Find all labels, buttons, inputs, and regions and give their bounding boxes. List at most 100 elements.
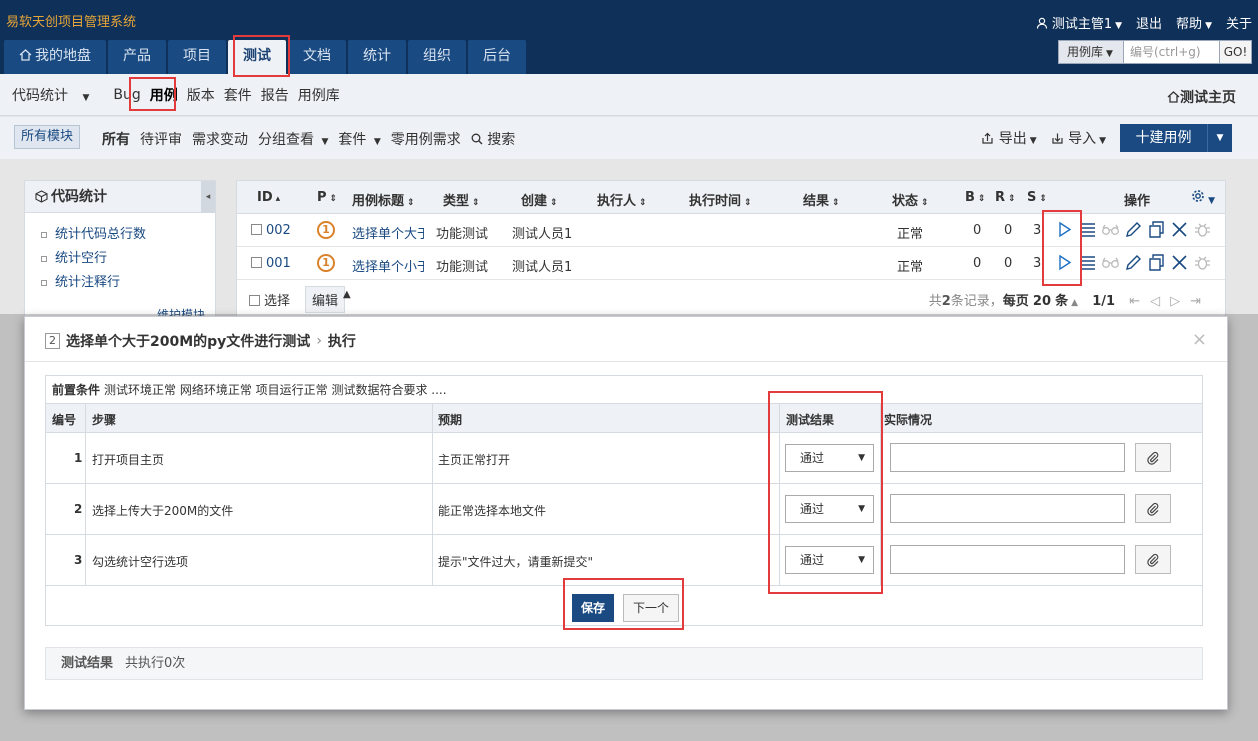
per-page-select[interactable]: 20: [1033, 294, 1051, 309]
sidebar-item-total-lines[interactable]: 统计代码总行数: [41, 223, 215, 247]
edit-icon[interactable]: [1124, 253, 1143, 272]
about-link[interactable]: 关于: [1226, 13, 1252, 32]
actual-result-textarea[interactable]: [890, 494, 1125, 523]
row-id[interactable]: 001: [251, 256, 291, 271]
review-icon[interactable]: [1101, 253, 1120, 272]
result-select[interactable]: 通过 ▼: [785, 546, 874, 574]
import-button[interactable]: 导入 ▼: [1051, 128, 1106, 148]
tab-test[interactable]: 测试: [228, 40, 286, 74]
col-result[interactable]: 结果 ⇕: [803, 190, 840, 209]
attach-button[interactable]: [1135, 494, 1171, 523]
row-id-label: 001: [266, 256, 291, 271]
test-home-label: 测试主页: [1180, 90, 1236, 106]
sidebar-item-comment-lines[interactable]: 统计注释行: [41, 271, 215, 295]
col-title[interactable]: 用例标题 ⇕: [352, 190, 415, 209]
save-button[interactable]: 保存: [572, 594, 614, 622]
bullet-icon: [41, 231, 47, 238]
close-icon[interactable]: ×: [1192, 329, 1207, 350]
search-type-select[interactable]: 用例库 ▼: [1058, 40, 1124, 64]
tab-stats[interactable]: 统计: [348, 40, 406, 74]
row-checkbox[interactable]: [251, 224, 262, 235]
user-menu[interactable]: 测试主管1 ▼: [1036, 13, 1122, 32]
filter-suite[interactable]: 套件 ▼: [338, 129, 380, 149]
logout-link[interactable]: 退出: [1136, 13, 1162, 32]
subnav-suite[interactable]: 套件: [224, 85, 259, 105]
column-settings[interactable]: ▼: [1191, 189, 1215, 207]
row-id[interactable]: 002: [251, 223, 291, 238]
row-title[interactable]: 选择单个小于200M的py文件进行测试: [352, 256, 424, 275]
chevron-down-icon[interactable]: ▼: [1208, 124, 1232, 152]
col-executor[interactable]: 执行人 ⇕: [597, 190, 647, 209]
pager-nav-icons[interactable]: ⇤◁▷⇥: [1129, 294, 1211, 309]
chevron-up-icon[interactable]: ▲: [343, 289, 351, 300]
col-exec-time[interactable]: 执行时间 ⇕: [689, 190, 752, 209]
col-label: 执行人: [597, 194, 637, 209]
test-home-link[interactable]: 测试主页: [1167, 87, 1236, 107]
bug-icon[interactable]: [1193, 220, 1212, 239]
search-toggle[interactable]: 搜索: [471, 129, 515, 149]
col-status[interactable]: 状态 ⇕: [892, 190, 929, 209]
select-all[interactable]: 选择: [249, 290, 290, 309]
subnav-case-lib[interactable]: 用例库: [298, 85, 347, 105]
result-select[interactable]: 通过 ▼: [785, 444, 874, 472]
filter-all[interactable]: 所有: [102, 129, 130, 149]
create-case-button[interactable]: 十建用例 ▼: [1120, 124, 1232, 152]
tab-admin[interactable]: 后台: [468, 40, 526, 74]
review-icon[interactable]: [1101, 220, 1120, 239]
collapse-sidebar-icon[interactable]: ◂: [201, 181, 215, 213]
bug-icon[interactable]: [1193, 253, 1212, 272]
test-result-summary: 测试结果 共执行0次: [45, 647, 1203, 680]
total-count: 2: [941, 294, 951, 309]
subnav-build[interactable]: 版本: [187, 85, 222, 105]
app-brand[interactable]: 易软天创项目管理系统: [6, 11, 136, 30]
sidebar-item-blank-lines[interactable]: 统计空行: [41, 247, 215, 271]
play-icon[interactable]: [1055, 220, 1074, 239]
play-icon[interactable]: [1055, 253, 1074, 272]
export-button[interactable]: 导出 ▼: [981, 128, 1037, 148]
delete-icon[interactable]: [1170, 253, 1189, 272]
subnav-bug[interactable]: Bug: [113, 87, 147, 103]
edit-icon[interactable]: [1124, 220, 1143, 239]
subnav-case[interactable]: 用例: [150, 85, 185, 105]
filter-group-view[interactable]: 分组查看 ▼: [258, 129, 328, 149]
row-checkbox[interactable]: [251, 257, 262, 268]
tab-project[interactable]: 项目: [168, 40, 226, 74]
subnav-code-stats[interactable]: 代码统计 ▼: [12, 85, 103, 105]
all-modules-button[interactable]: 所有模块: [14, 125, 81, 149]
copy-icon[interactable]: [1147, 220, 1166, 239]
search-go-button[interactable]: GO!: [1220, 40, 1252, 64]
filter-pending-review[interactable]: 待评审: [140, 129, 182, 149]
tab-doc[interactable]: 文档: [288, 40, 346, 74]
help-menu[interactable]: 帮助 ▼: [1176, 13, 1212, 32]
next-button[interactable]: 下一个: [623, 594, 679, 622]
search-input[interactable]: 编号(ctrl+g): [1124, 40, 1220, 64]
filter-zero-case-story[interactable]: 零用例需求: [391, 129, 461, 149]
actual-result-textarea[interactable]: [890, 443, 1125, 472]
actual-result-textarea[interactable]: [890, 545, 1125, 574]
row-title[interactable]: 选择单个大于200M的py文件进行测试: [352, 223, 424, 242]
list-icon[interactable]: [1078, 253, 1097, 272]
col-r[interactable]: R ⇕: [995, 190, 1016, 205]
subnav-report[interactable]: 报告: [261, 85, 296, 105]
delete-icon[interactable]: [1170, 220, 1189, 239]
tab-my-dashboard[interactable]: 我的地盘: [4, 40, 106, 74]
select-all-checkbox[interactable]: [249, 295, 260, 306]
col-id[interactable]: ID ▴: [257, 190, 280, 205]
col-creator[interactable]: 创建 ⇕: [521, 190, 558, 209]
cube-icon: [35, 190, 48, 203]
col-s[interactable]: S ⇕: [1027, 190, 1047, 205]
attach-button[interactable]: [1135, 443, 1171, 472]
filter-story-changed[interactable]: 需求变动: [192, 129, 248, 149]
result-select[interactable]: 通过 ▼: [785, 495, 874, 523]
chevron-down-icon[interactable]: ▲: [1071, 298, 1078, 308]
copy-icon[interactable]: [1147, 253, 1166, 272]
list-icon[interactable]: [1078, 220, 1097, 239]
col-pri[interactable]: P ⇕: [317, 190, 337, 205]
col-b[interactable]: B ⇕: [965, 190, 985, 205]
tab-product[interactable]: 产品: [108, 40, 166, 74]
attach-button[interactable]: [1135, 545, 1171, 574]
tab-org[interactable]: 组织: [408, 40, 466, 74]
batch-edit-button[interactable]: 编辑: [305, 286, 346, 313]
chevron-down-icon: ▼: [1115, 21, 1123, 31]
col-type[interactable]: 类型 ⇕: [443, 190, 480, 209]
